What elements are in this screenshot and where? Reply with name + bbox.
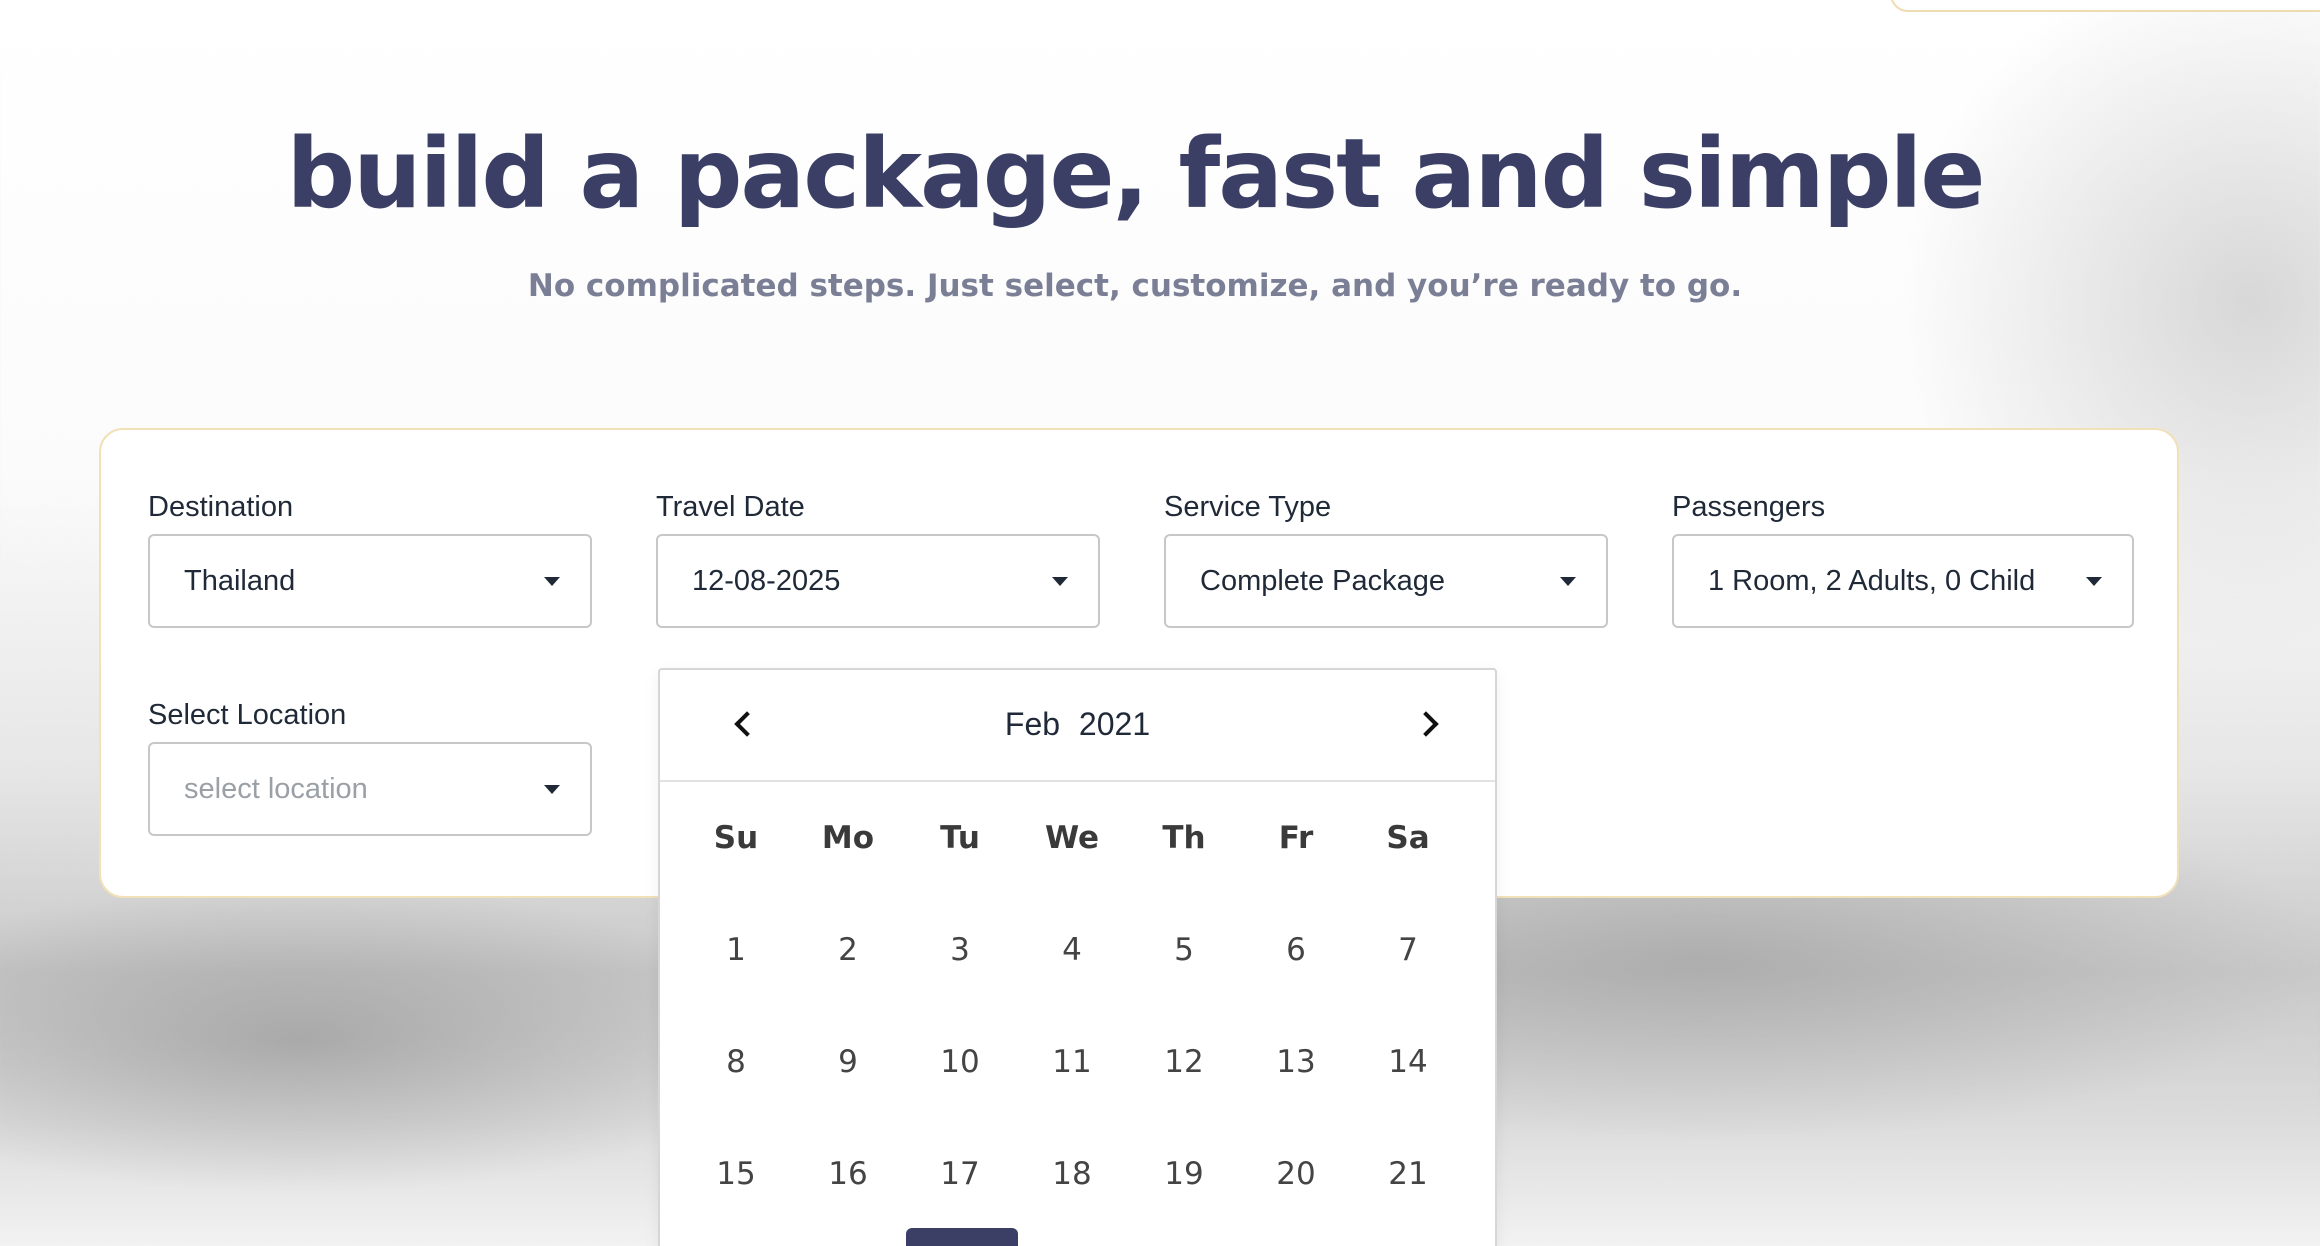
- calendar-day[interactable]: 14: [1352, 1044, 1464, 1080]
- calendar-day[interactable]: 3: [904, 932, 1016, 968]
- page-subtitle: No complicated steps. Just select, custo…: [527, 268, 1743, 304]
- calendar-day[interactable]: 11: [1016, 1044, 1128, 1080]
- caret-down-icon: [1560, 577, 1576, 586]
- passengers-label: Passengers: [1672, 491, 1826, 523]
- calendar-day[interactable]: 4: [1016, 932, 1128, 968]
- caret-down-icon: [544, 577, 560, 586]
- destination-select[interactable]: Thailand: [148, 534, 592, 628]
- destination-label: Destination: [148, 491, 294, 523]
- next-month-button[interactable]: [1401, 696, 1457, 752]
- calendar-day[interactable]: 10: [904, 1044, 1016, 1080]
- calendar-day[interactable]: 8: [680, 1044, 792, 1080]
- calendar-month-year: Feb 2021: [660, 706, 1495, 743]
- travel-date-select[interactable]: 12-08-2025: [656, 534, 1100, 628]
- location-placeholder: select location: [184, 772, 368, 805]
- calendar-header: Feb 2021: [660, 670, 1495, 782]
- calendar-day[interactable]: 15: [680, 1156, 792, 1192]
- calendar-week-row: 15 16 17 18 19 20 21: [680, 1156, 1466, 1192]
- calendar-month: Feb: [1004, 706, 1061, 742]
- top-pill-outline: [1890, 0, 2320, 12]
- weekday-label: We: [1044, 820, 1100, 856]
- calendar-day[interactable]: 17: [904, 1156, 1016, 1192]
- weekday-label: Mo: [821, 820, 875, 856]
- weekday-label: Th: [1162, 820, 1206, 856]
- select-location-label: Select Location: [148, 699, 347, 731]
- weekday-header-row: Su Mo Tu We Th Fr Sa: [680, 820, 1466, 856]
- calendar-day[interactable]: 7: [1352, 932, 1464, 968]
- calendar-day[interactable]: 9: [792, 1044, 904, 1080]
- passengers-value: 1 Room, 2 Adults, 0 Child: [1708, 564, 2036, 597]
- calendar-day[interactable]: 2: [792, 932, 904, 968]
- travel-date-value: 12-08-2025: [692, 564, 841, 597]
- chevron-right-icon: [1413, 711, 1439, 737]
- calendar-day[interactable]: 12: [1128, 1044, 1240, 1080]
- travel-date-label: Travel Date: [656, 491, 805, 523]
- calendar-week-row: 1 2 3 4 5 6 7: [680, 932, 1466, 968]
- caret-down-icon: [2086, 577, 2102, 586]
- calendar-day[interactable]: 13: [1240, 1044, 1352, 1080]
- calendar-day[interactable]: 1: [680, 932, 792, 968]
- service-type-value: Complete Package: [1200, 564, 1446, 597]
- service-type-label: Service Type: [1164, 491, 1332, 523]
- calendar-day[interactable]: 5: [1128, 932, 1240, 968]
- passengers-select[interactable]: 1 Room, 2 Adults, 0 Child: [1672, 534, 2134, 628]
- weekday-label: Tu: [940, 820, 980, 856]
- page-title: build a package, fast and simple: [286, 118, 1985, 230]
- date-picker-calendar: Feb 2021 Su Mo Tu We Th Fr Sa 1 2 3 4 5 …: [658, 668, 1497, 1246]
- weekday-label: Sa: [1386, 820, 1430, 856]
- calendar-year: 2021: [1078, 706, 1151, 742]
- caret-down-icon: [1052, 577, 1068, 586]
- weekday-label: Su: [713, 820, 759, 856]
- calendar-day[interactable]: 20: [1240, 1156, 1352, 1192]
- selected-day-highlight[interactable]: [906, 1228, 1018, 1246]
- service-type-select[interactable]: Complete Package: [1164, 534, 1608, 628]
- weekday-label: Fr: [1278, 820, 1314, 856]
- calendar-day[interactable]: 6: [1240, 932, 1352, 968]
- location-select[interactable]: select location: [148, 742, 592, 836]
- caret-down-icon: [544, 785, 560, 794]
- calendar-day[interactable]: 21: [1352, 1156, 1464, 1192]
- calendar-day[interactable]: 18: [1016, 1156, 1128, 1192]
- calendar-week-row: 8 9 10 11 12 13 14: [680, 1044, 1466, 1080]
- calendar-day[interactable]: 19: [1128, 1156, 1240, 1192]
- destination-value: Thailand: [184, 564, 296, 597]
- calendar-day[interactable]: 16: [792, 1156, 904, 1192]
